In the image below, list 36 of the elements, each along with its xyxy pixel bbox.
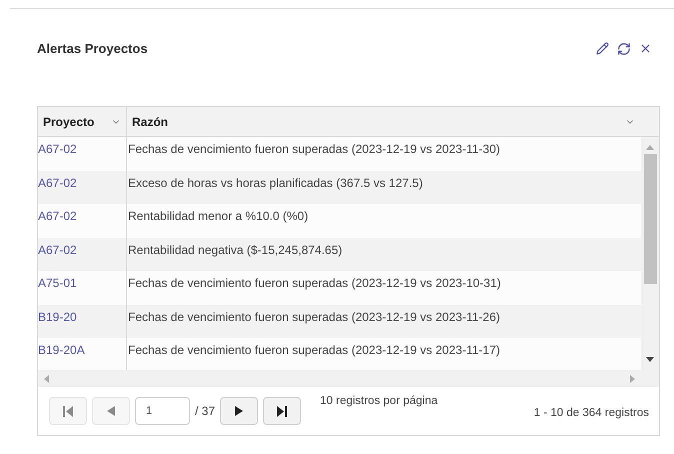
project-link[interactable]: A67-02 <box>38 176 77 190</box>
project-link[interactable]: A67-02 <box>38 142 77 156</box>
previous-icon <box>107 406 115 416</box>
last-page-icon <box>277 406 288 416</box>
refresh-icon[interactable] <box>617 42 631 56</box>
column-header[interactable]: Razón <box>127 107 659 136</box>
project-link[interactable]: B19-20 <box>38 310 77 324</box>
close-icon[interactable] <box>639 42 652 56</box>
project-link[interactable]: A67-02 <box>38 242 77 256</box>
edit-icon[interactable] <box>596 42 609 56</box>
table-cell: Rentabilidad menor a %10.0 (%0) <box>128 209 308 223</box>
table-cell: Fechas de vencimiento fueron superadas (2023-12-19 vs 2023-10-31) <box>128 276 501 290</box>
table-cell: Fechas de vencimiento fueron superadas (2023-12-19 vs 2023-11-26) <box>128 310 500 324</box>
page-size-label: 10 registros por página <box>320 394 438 409</box>
project-link[interactable]: A75-01 <box>38 276 77 290</box>
horizontal-scrollbar[interactable] <box>38 370 659 387</box>
last-page-button[interactable] <box>263 397 302 425</box>
total-pages: / 37 <box>195 403 216 420</box>
vertical-scrollbar[interactable] <box>641 137 659 370</box>
next-icon <box>235 406 244 416</box>
records-summary: 1 - 10 de 364 registros <box>534 406 649 421</box>
scroll-down-icon[interactable] <box>646 357 654 362</box>
table-cell: Exceso de horas vs horas planificadas (367.5 vs 127.5) <box>128 176 423 190</box>
table-cell: Fechas de vencimiento fueron superadas (2023-12-19 vs 2023-11-17) <box>128 343 500 357</box>
panel-title: Alertas Proyectos <box>37 40 148 58</box>
first-page-icon <box>63 406 73 416</box>
table-cell: Rentabilidad negativa ($-15,245,874.65) <box>128 242 342 256</box>
scroll-right-icon[interactable] <box>630 374 635 382</box>
project-link[interactable]: B19-20A <box>38 343 85 357</box>
next-page-button[interactable] <box>220 397 258 425</box>
column-header[interactable]: Proyecto <box>38 107 127 136</box>
project-link[interactable]: A67-02 <box>38 209 77 223</box>
table-cell: Fechas de vencimiento fueron superadas (2023-12-19 vs 2023-11-30) <box>128 142 500 156</box>
page-input[interactable]: 1 <box>135 397 190 425</box>
scroll-left-icon[interactable] <box>44 374 49 382</box>
scroll-up-icon[interactable] <box>646 145 654 150</box>
